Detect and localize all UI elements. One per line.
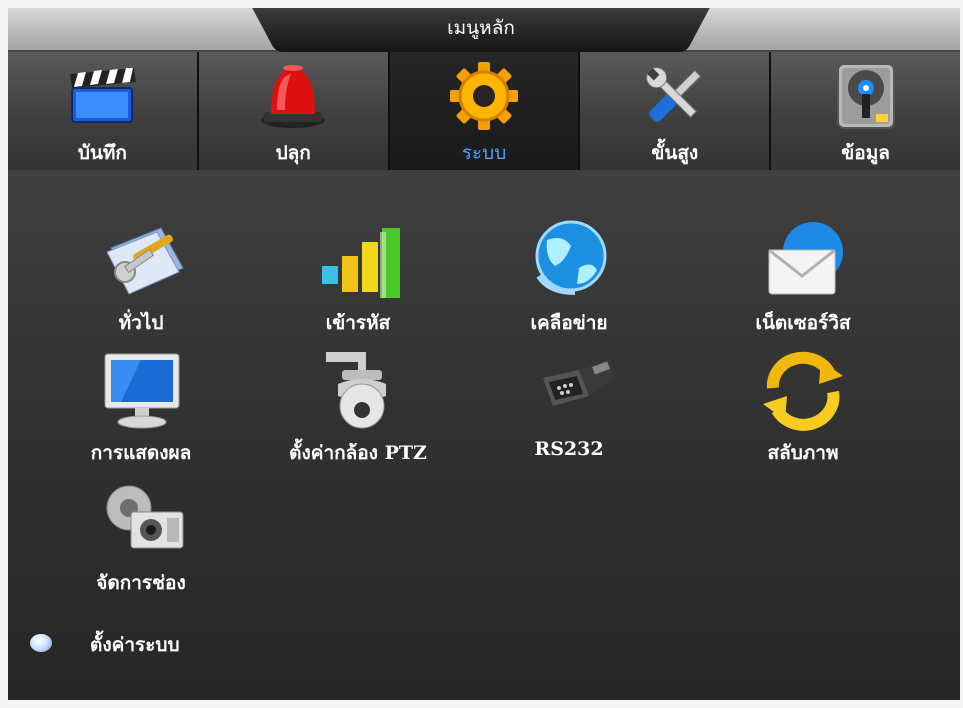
tools-icon	[645, 67, 701, 122]
menu-item-general[interactable]: ทั่วไป	[46, 218, 236, 338]
tab-advanced[interactable]: ขั้นสูง	[580, 52, 772, 170]
bullet-icon	[30, 634, 52, 652]
tab-alarm[interactable]: ปลุก	[198, 52, 390, 170]
menu-item-label: สลับภาพ	[767, 442, 839, 464]
tab-info[interactable]: ข้อมูล	[771, 52, 960, 170]
category-tabs: บันทึก ปลุก ระบบ ขั้นสูง ข้อมูล	[8, 52, 960, 170]
dvr-main-menu: เมนูหลัก บันทึก ปลุก ระบบ ขั้นสูง ข้อมูล…	[8, 8, 960, 700]
ptz-camera-icon	[326, 352, 386, 429]
monitor-icon	[104, 353, 180, 429]
menu-item-network[interactable]: เคลือข่าย	[474, 218, 664, 338]
channel-manage-icon	[106, 485, 184, 549]
general-settings-icon	[106, 227, 184, 295]
menu-item-label: เน็ตเซอร์วิส	[755, 312, 851, 334]
hard-disk-icon	[836, 63, 895, 129]
tab-label: ปลุก	[275, 142, 311, 164]
tab-label: ขั้นสูง	[651, 142, 699, 164]
menu-item-channel-manage[interactable]: จัดการช่อง	[46, 478, 236, 598]
menu-item-encode[interactable]: เข้ารหัส	[263, 218, 453, 338]
clapperboard-icon	[70, 68, 137, 123]
encode-bars-icon	[322, 228, 400, 298]
menu-item-rs232[interactable]: RS232	[474, 348, 664, 468]
swap-arrows-icon	[763, 351, 843, 431]
tab-label: บันทึก	[77, 142, 127, 164]
alarm-siren-icon	[261, 65, 326, 128]
tab-label: ข้อมูล	[841, 142, 890, 164]
tab-record[interactable]: บันทึก	[8, 52, 199, 170]
network-globe-icon	[535, 220, 607, 295]
footer-label: ตั้งค่าระบบ	[90, 634, 180, 656]
menu-item-display[interactable]: การแสดงผล	[46, 348, 236, 468]
menu-item-swap-image[interactable]: สลับภาพ	[708, 348, 898, 468]
menu-item-ptz[interactable]: ตั้งค่ากล้อง PTZ	[263, 348, 453, 468]
tab-system[interactable]: ระบบ	[389, 52, 581, 170]
menu-item-label: เคลือข่าย	[530, 312, 608, 334]
window-title: เมนูหลัก	[447, 17, 515, 39]
gear-icon	[449, 62, 518, 130]
serial-port-icon	[543, 360, 615, 406]
tab-label: ระบบ	[461, 142, 507, 164]
menu-item-label: RS232	[534, 438, 604, 460]
menu-item-label: การแสดงผล	[90, 442, 192, 464]
menu-item-label: ทั่วไป	[118, 312, 164, 334]
menu-item-label: เข้ารหัส	[325, 312, 391, 334]
menu-item-label: ตั้งค่ากล้อง PTZ	[289, 442, 427, 464]
menu-item-label: จัดการช่อง	[96, 572, 186, 594]
net-service-mail-icon	[768, 222, 843, 295]
menu-item-net-service[interactable]: เน็ตเซอร์วิส	[708, 218, 898, 338]
title-tab: เมนูหลัก	[286, 8, 676, 52]
title-bar: เมนูหลัก	[8, 8, 960, 52]
